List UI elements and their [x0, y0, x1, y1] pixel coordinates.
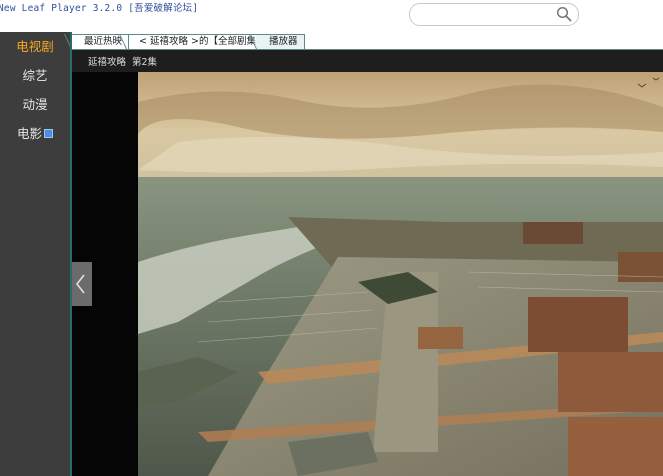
sidebar-item-label: 综艺 [22, 68, 48, 83]
tab-player[interactable]: 播放器 [256, 34, 305, 49]
episode-info-bar: 延禧攻略 第2集 [70, 50, 663, 72]
search-input[interactable] [420, 6, 554, 23]
tab-label: 播放器 [269, 36, 298, 47]
tab-bar: 最近热映 < 延禧攻略 >的【全部剧集】 播放器 [70, 32, 663, 50]
new-badge-icon [44, 129, 53, 138]
sidebar-item-label: 电影 [16, 126, 42, 141]
search-box[interactable] [409, 3, 579, 26]
sidebar-item-anime[interactable]: 动漫 [0, 91, 70, 119]
title-bar: New Leaf Player 3.2.0 [吾爱破解论坛] [0, 0, 663, 32]
sidebar-item-label: 动漫 [22, 97, 48, 112]
video-frame[interactable] [138, 72, 663, 476]
search-icon[interactable] [556, 6, 572, 22]
tab-label: 最近热映 [84, 36, 123, 47]
prev-episode-button[interactable] [70, 262, 92, 306]
show-title: 延禧攻略 [88, 57, 127, 68]
app-title: New Leaf Player 3.2.0 [吾爱破解论坛] [0, 3, 199, 14]
sidebar-item-variety[interactable]: 综艺 [0, 62, 70, 90]
sidebar-item-tv-series[interactable]: 电视剧 [0, 33, 70, 61]
sidebar: 电视剧 综艺 动漫 电影 [0, 32, 70, 476]
sidebar-item-movie[interactable]: 电影 [0, 120, 70, 148]
episode-label: 第2集 [132, 57, 158, 68]
chevron-left-icon [75, 274, 85, 294]
sidebar-item-label: 电视剧 [16, 39, 54, 54]
video-player[interactable] [70, 72, 663, 476]
content-divider [70, 32, 72, 476]
tab-label: < 延禧攻略 >的【全部剧集】 [139, 36, 266, 47]
